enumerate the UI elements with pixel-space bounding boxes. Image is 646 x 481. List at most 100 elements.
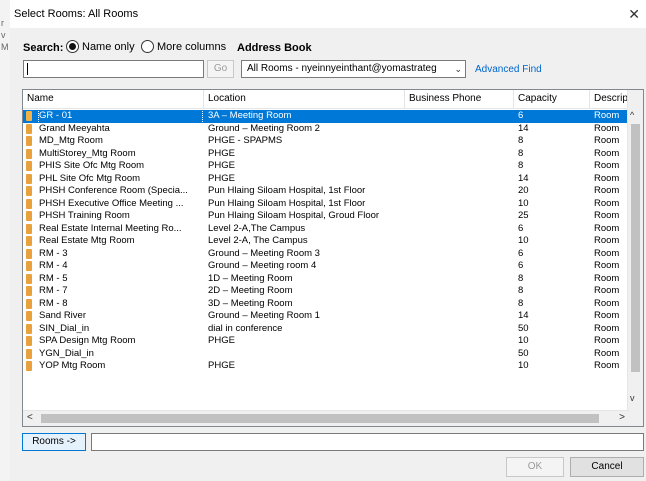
table-row[interactable]: Real Estate Mtg Room Level 2-A, The Campu… [23,235,629,248]
rooms-list[interactable]: Name Location Business Phone Capacity De… [22,89,644,427]
room-icon [26,336,32,346]
table-row[interactable]: PHL Site Ofc Mtg Room PHGE 14 Room [23,173,629,186]
rooms-input[interactable] [91,433,644,451]
table-row[interactable]: RM - 4 Ground – Meeting room 4 6 Room [23,260,629,273]
scroll-left-icon[interactable]: < [27,412,33,423]
radio-name-only-label: Name only [82,40,135,53]
table-row[interactable]: Grand Meeyahta Ground – Meeting Room 2 14 R… [23,123,629,136]
cell-name: Grand Meeyahta [39,122,110,134]
cell-name: RM - 3 [39,247,68,259]
column-header-business-phone[interactable]: Business Phone [405,90,514,108]
table-row[interactable]: SPA Design Mtg Room PHGE 10 Room [23,335,629,348]
cell-location: Level 2-A, The Campus [208,235,308,246]
cell-location: PHGE [208,172,235,184]
room-icon [26,123,32,134]
rooms-rows: GR - 01 3A – Meeting Room 6 Room Grand Meeya… [23,109,629,373]
table-row[interactable]: PHSH Training Room Pun Hlaing Siloam Hosp… [23,210,629,223]
cell-name: MultiStorey_Mtg Room [39,147,136,159]
cell-location: PHGE [208,147,235,159]
table-row[interactable]: RM - 3 Ground – Meeting Room 3 6 Room [23,248,629,261]
go-button[interactable]: Go [207,60,234,78]
column-header-description[interactable]: Descrip [590,90,629,108]
table-row[interactable]: MD_Mtg Room PHGE - SPAPMS 8 Room [23,135,629,148]
cell-capacity: 8 [518,285,524,296]
vertical-scrollbar[interactable]: ^ v [627,90,643,412]
table-row[interactable]: MultiStorey_Mtg Room PHGE 8 Room [23,148,629,161]
scroll-up-icon[interactable]: ^ [630,110,634,120]
column-header: Name Location Business Phone Capacity De… [23,90,629,109]
cell-business-phone [409,160,512,173]
cell-name: Real Estate Mtg Room [39,235,135,246]
search-input[interactable] [23,60,204,78]
column-header-name[interactable]: Name [23,90,204,108]
cell-location: Pun Hlaing Siloam Hospital, 1st Floor [208,197,366,209]
cell-business-phone [409,298,512,311]
table-row[interactable]: PHSH Executive Office Meeting ... Pun Hla… [23,198,629,211]
room-icon [26,148,32,159]
cell-capacity: 8 [518,147,524,159]
cell-location: Ground – Meeting Room 3 [208,247,320,259]
cell-name: RM - 4 [39,260,68,271]
horizontal-scroll-thumb[interactable] [41,414,599,423]
vertical-scroll-thumb[interactable] [631,124,640,372]
column-header-capacity[interactable]: Capacity [514,90,590,108]
cell-description: Room [594,322,620,334]
text-caret [27,63,28,75]
room-icon [26,273,32,284]
table-row[interactable]: SIN_Dial_in dial in conference 50 Room [23,323,629,336]
table-row[interactable]: Real Estate Internal Meeting Ro... Level … [23,223,629,236]
cell-name: Real Estate Internal Meeting Ro... [39,222,182,234]
cell-description: Room [594,135,620,146]
address-book-label: Address Book [237,42,312,54]
cell-name: MD_Mtg Room [39,135,103,146]
cell-capacity: 10 [518,360,529,371]
close-icon[interactable]: ✕ [628,6,640,23]
cell-capacity: 14 [518,310,529,321]
scroll-down-icon[interactable]: v [630,393,635,403]
table-row[interactable]: RM - 8 3D – Meeting Room 8 Room [23,298,629,311]
cell-location: dial in conference [208,322,283,334]
advanced-find-link[interactable]: Advanced Find [475,64,542,75]
rooms-button[interactable]: Rooms -> [22,433,86,451]
cell-name: YOP Mtg Room [39,360,106,371]
cell-business-phone [409,335,512,348]
cell-description: Room [594,260,620,271]
cell-location: PHGE [208,335,235,346]
table-row[interactable]: RM - 7 2D – Meeting Room 8 Room [23,285,629,298]
cell-name: PHIS Site Ofc Mtg Room [39,160,145,171]
cell-location: 3A – Meeting Room [208,110,292,121]
cell-name: PHSH Executive Office Meeting ... [39,197,184,209]
radio-more-columns[interactable]: More columns [141,40,226,53]
table-row[interactable]: RM - 5 1D – Meeting Room 8 Room [23,273,629,286]
cell-capacity: 10 [518,235,529,246]
cell-location: 1D – Meeting Room [208,272,293,284]
room-icon [26,111,32,121]
cell-capacity: 8 [518,297,524,309]
cell-name: RM - 8 [39,297,68,309]
table-row[interactable]: YGN_Dial_in 50 Room [23,348,629,361]
scroll-right-icon[interactable]: > [619,412,625,423]
table-row[interactable]: GR - 01 3A – Meeting Room 6 Room [23,109,629,124]
cell-location: Pun Hlaing Siloam Hospital, 1st Floor [208,185,366,196]
cell-business-phone [409,198,512,211]
cancel-button[interactable]: Cancel [570,457,644,477]
ok-button[interactable]: OK [506,457,564,477]
cell-description: Room [594,172,620,184]
horizontal-scrollbar[interactable]: < > [23,410,629,426]
cell-description: Room [594,222,620,234]
column-header-location[interactable]: Location [204,90,405,108]
table-row[interactable]: YOP Mtg Room PHGE 10 Room [23,360,629,373]
cell-business-phone [409,185,512,198]
background-text-fragment: v [1,30,6,40]
cell-location: Ground – Meeting Room 2 [208,122,320,134]
address-book-select[interactable]: All Rooms - nyeinnyeinthant@yomastrateg … [241,60,466,78]
table-row[interactable]: Sand River Ground – Meeting Room 1 14 Room [23,310,629,323]
cell-name: GR - 01 [38,109,203,124]
cell-location: PHGE - SPAPMS [208,135,283,146]
radio-name-only[interactable]: Name only [66,40,135,53]
cell-business-phone [409,223,512,236]
cell-description: Room [594,335,620,346]
table-row[interactable]: PHIS Site Ofc Mtg Room PHGE 8 Room [23,160,629,173]
cell-description: Room [594,185,620,196]
table-row[interactable]: PHSH Conference Room (Specia... Pun Hlain… [23,185,629,198]
